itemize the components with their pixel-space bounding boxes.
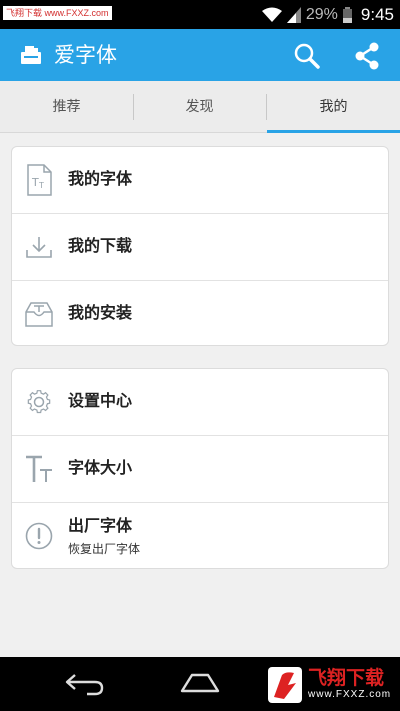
install-tray-icon xyxy=(25,302,53,327)
app-icon xyxy=(21,46,41,64)
logo-mark xyxy=(268,667,302,703)
menu-item-label: 我的安装 xyxy=(68,303,133,322)
action-bar: 爱字体 xyxy=(0,29,400,81)
font-size-icon xyxy=(26,455,52,482)
menu-item-label: 字体大小 xyxy=(68,458,133,477)
share-icon[interactable] xyxy=(352,41,382,71)
status-icons: 29% 9:45 xyxy=(261,0,400,29)
menu-item-label: 设置中心 xyxy=(68,391,133,410)
logo-icon xyxy=(274,672,296,699)
tab-recommend[interactable]: 推荐 xyxy=(0,81,133,133)
watermark-badge: 飞翔下载 www.FXXZ.com xyxy=(3,6,112,20)
menu-item-label: 我的字体 xyxy=(68,169,133,188)
status-bar: 飞翔下载 www.FXXZ.com 29% 9:45 xyxy=(0,0,400,29)
navigation-bar: 飞翔下载 www.FXXZ.com xyxy=(0,657,400,711)
svg-text:T: T xyxy=(38,181,44,190)
menu-item-my-fonts[interactable]: T T 我的字体 xyxy=(12,147,388,213)
menu-item-my-downloads[interactable]: 我的下载 xyxy=(12,213,388,279)
menu-item-font-size[interactable]: 字体大小 xyxy=(12,435,388,501)
menu-item-label: 我的下载 xyxy=(68,236,133,255)
battery-percent: 29% xyxy=(305,5,338,23)
home-icon[interactable] xyxy=(178,671,222,695)
download-icon xyxy=(26,237,52,258)
menu-item-label: 出厂字体 xyxy=(68,516,133,535)
tab-bar: 推荐 发现 我的 xyxy=(0,81,400,133)
clock: 9:45 xyxy=(360,4,394,24)
exclamation-icon xyxy=(25,522,53,550)
logo-text: 飞翔下载 xyxy=(308,667,385,689)
menu-item-sublabel: 恢复出厂字体 xyxy=(68,542,141,556)
menu-item-factory-font[interactable]: 出厂字体 恢复出厂字体 xyxy=(12,502,388,568)
back-icon[interactable] xyxy=(63,669,107,697)
search-icon[interactable] xyxy=(292,41,322,71)
tab-discover[interactable]: 发现 xyxy=(133,81,266,133)
logo-url: www.FXXZ.com xyxy=(308,689,392,700)
app-title: 爱字体 xyxy=(54,43,117,67)
svg-text:T: T xyxy=(31,176,39,189)
tab-mine[interactable]: 我的 xyxy=(267,81,400,133)
wifi-icon xyxy=(261,7,282,22)
signal-icon xyxy=(286,6,301,23)
gear-icon xyxy=(27,390,51,414)
watermark-logo: 飞翔下载 www.FXXZ.com xyxy=(268,667,396,703)
menu-item-settings-center[interactable]: 设置中心 xyxy=(12,369,388,435)
menu-item-my-installs[interactable]: 我的安装 xyxy=(12,280,388,346)
settings-section-card: 设置中心 字体大小 出厂字体 恢复出厂字体 xyxy=(11,368,389,569)
my-section-card: T T 我的字体 我的下载 我的安装 xyxy=(11,146,389,346)
font-file-icon: T T xyxy=(27,164,52,196)
tab-selected-indicator xyxy=(267,130,400,133)
battery-icon xyxy=(342,6,352,23)
